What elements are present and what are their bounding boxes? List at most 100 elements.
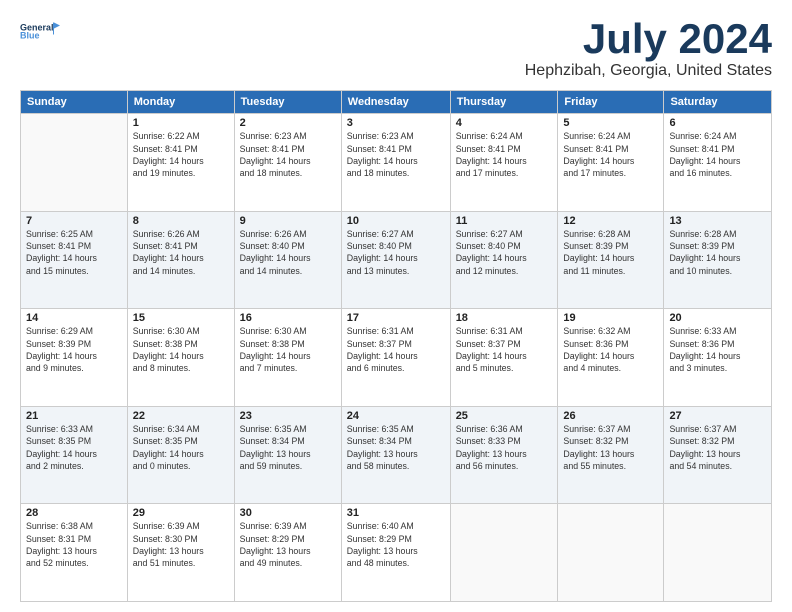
- day-detail: Sunrise: 6:26 AMSunset: 8:41 PMDaylight:…: [133, 228, 229, 277]
- logo-icon: General Blue: [20, 16, 60, 46]
- day-detail: Sunrise: 6:37 AMSunset: 8:32 PMDaylight:…: [563, 423, 658, 472]
- day-detail: Sunrise: 6:31 AMSunset: 8:37 PMDaylight:…: [456, 325, 553, 374]
- day-detail: Sunrise: 6:30 AMSunset: 8:38 PMDaylight:…: [133, 325, 229, 374]
- title-block: July 2024 Hephzibah, Georgia, United Sta…: [525, 16, 772, 80]
- day-number: 29: [133, 507, 229, 519]
- day-number: 15: [133, 312, 229, 324]
- table-row: [21, 114, 128, 212]
- header-tuesday: Tuesday: [234, 91, 341, 114]
- day-detail: Sunrise: 6:40 AMSunset: 8:29 PMDaylight:…: [347, 520, 445, 569]
- day-detail: Sunrise: 6:26 AMSunset: 8:40 PMDaylight:…: [240, 228, 336, 277]
- day-number: 27: [669, 410, 766, 422]
- day-detail: Sunrise: 6:27 AMSunset: 8:40 PMDaylight:…: [456, 228, 553, 277]
- day-detail: Sunrise: 6:28 AMSunset: 8:39 PMDaylight:…: [669, 228, 766, 277]
- day-detail: Sunrise: 6:25 AMSunset: 8:41 PMDaylight:…: [26, 228, 122, 277]
- table-row: 30Sunrise: 6:39 AMSunset: 8:29 PMDayligh…: [234, 504, 341, 602]
- day-detail: Sunrise: 6:34 AMSunset: 8:35 PMDaylight:…: [133, 423, 229, 472]
- table-row: 8Sunrise: 6:26 AMSunset: 8:41 PMDaylight…: [127, 211, 234, 309]
- day-detail: Sunrise: 6:39 AMSunset: 8:29 PMDaylight:…: [240, 520, 336, 569]
- day-number: 2: [240, 117, 336, 129]
- day-number: 8: [133, 215, 229, 227]
- table-row: 1Sunrise: 6:22 AMSunset: 8:41 PMDaylight…: [127, 114, 234, 212]
- calendar-week-row: 14Sunrise: 6:29 AMSunset: 8:39 PMDayligh…: [21, 309, 772, 407]
- table-row: 5Sunrise: 6:24 AMSunset: 8:41 PMDaylight…: [558, 114, 664, 212]
- table-row: 11Sunrise: 6:27 AMSunset: 8:40 PMDayligh…: [450, 211, 558, 309]
- day-number: 6: [669, 117, 766, 129]
- table-row: 21Sunrise: 6:33 AMSunset: 8:35 PMDayligh…: [21, 406, 128, 504]
- table-row: 29Sunrise: 6:39 AMSunset: 8:30 PMDayligh…: [127, 504, 234, 602]
- table-row: 20Sunrise: 6:33 AMSunset: 8:36 PMDayligh…: [664, 309, 772, 407]
- table-row: 27Sunrise: 6:37 AMSunset: 8:32 PMDayligh…: [664, 406, 772, 504]
- logo: General Blue: [20, 16, 60, 48]
- day-detail: Sunrise: 6:28 AMSunset: 8:39 PMDaylight:…: [563, 228, 658, 277]
- header-monday: Monday: [127, 91, 234, 114]
- day-detail: Sunrise: 6:24 AMSunset: 8:41 PMDaylight:…: [563, 130, 658, 179]
- calendar-week-row: 21Sunrise: 6:33 AMSunset: 8:35 PMDayligh…: [21, 406, 772, 504]
- day-number: 13: [669, 215, 766, 227]
- table-row: 18Sunrise: 6:31 AMSunset: 8:37 PMDayligh…: [450, 309, 558, 407]
- day-number: 19: [563, 312, 658, 324]
- header-saturday: Saturday: [664, 91, 772, 114]
- day-detail: Sunrise: 6:31 AMSunset: 8:37 PMDaylight:…: [347, 325, 445, 374]
- table-row: 15Sunrise: 6:30 AMSunset: 8:38 PMDayligh…: [127, 309, 234, 407]
- day-number: 1: [133, 117, 229, 129]
- day-number: 25: [456, 410, 553, 422]
- day-detail: Sunrise: 6:27 AMSunset: 8:40 PMDaylight:…: [347, 228, 445, 277]
- day-number: 18: [456, 312, 553, 324]
- day-detail: Sunrise: 6:22 AMSunset: 8:41 PMDaylight:…: [133, 130, 229, 179]
- header-wednesday: Wednesday: [341, 91, 450, 114]
- header-friday: Friday: [558, 91, 664, 114]
- table-row: 9Sunrise: 6:26 AMSunset: 8:40 PMDaylight…: [234, 211, 341, 309]
- day-detail: Sunrise: 6:24 AMSunset: 8:41 PMDaylight:…: [456, 130, 553, 179]
- day-detail: Sunrise: 6:39 AMSunset: 8:30 PMDaylight:…: [133, 520, 229, 569]
- table-row: 16Sunrise: 6:30 AMSunset: 8:38 PMDayligh…: [234, 309, 341, 407]
- table-row: 14Sunrise: 6:29 AMSunset: 8:39 PMDayligh…: [21, 309, 128, 407]
- day-number: 23: [240, 410, 336, 422]
- table-row: [450, 504, 558, 602]
- day-number: 5: [563, 117, 658, 129]
- table-row: 24Sunrise: 6:35 AMSunset: 8:34 PMDayligh…: [341, 406, 450, 504]
- subtitle: Hephzibah, Georgia, United States: [525, 62, 772, 80]
- table-row: 17Sunrise: 6:31 AMSunset: 8:37 PMDayligh…: [341, 309, 450, 407]
- day-detail: Sunrise: 6:36 AMSunset: 8:33 PMDaylight:…: [456, 423, 553, 472]
- page: General Blue July 2024 Hephzibah, Georgi…: [0, 0, 792, 612]
- table-row: 23Sunrise: 6:35 AMSunset: 8:34 PMDayligh…: [234, 406, 341, 504]
- day-number: 14: [26, 312, 122, 324]
- table-row: 26Sunrise: 6:37 AMSunset: 8:32 PMDayligh…: [558, 406, 664, 504]
- table-row: 22Sunrise: 6:34 AMSunset: 8:35 PMDayligh…: [127, 406, 234, 504]
- day-number: 9: [240, 215, 336, 227]
- table-row: 13Sunrise: 6:28 AMSunset: 8:39 PMDayligh…: [664, 211, 772, 309]
- main-title: July 2024: [525, 16, 772, 62]
- table-row: [664, 504, 772, 602]
- table-row: 3Sunrise: 6:23 AMSunset: 8:41 PMDaylight…: [341, 114, 450, 212]
- table-row: 31Sunrise: 6:40 AMSunset: 8:29 PMDayligh…: [341, 504, 450, 602]
- day-detail: Sunrise: 6:33 AMSunset: 8:36 PMDaylight:…: [669, 325, 766, 374]
- day-number: 22: [133, 410, 229, 422]
- day-number: 31: [347, 507, 445, 519]
- header-sunday: Sunday: [21, 91, 128, 114]
- calendar-header-row: Sunday Monday Tuesday Wednesday Thursday…: [21, 91, 772, 114]
- day-detail: Sunrise: 6:35 AMSunset: 8:34 PMDaylight:…: [240, 423, 336, 472]
- table-row: 4Sunrise: 6:24 AMSunset: 8:41 PMDaylight…: [450, 114, 558, 212]
- day-number: 16: [240, 312, 336, 324]
- svg-text:Blue: Blue: [20, 31, 40, 41]
- table-row: 10Sunrise: 6:27 AMSunset: 8:40 PMDayligh…: [341, 211, 450, 309]
- day-detail: Sunrise: 6:33 AMSunset: 8:35 PMDaylight:…: [26, 423, 122, 472]
- day-number: 10: [347, 215, 445, 227]
- calendar-week-row: 7Sunrise: 6:25 AMSunset: 8:41 PMDaylight…: [21, 211, 772, 309]
- table-row: 7Sunrise: 6:25 AMSunset: 8:41 PMDaylight…: [21, 211, 128, 309]
- day-number: 21: [26, 410, 122, 422]
- day-number: 30: [240, 507, 336, 519]
- day-detail: Sunrise: 6:24 AMSunset: 8:41 PMDaylight:…: [669, 130, 766, 179]
- day-number: 20: [669, 312, 766, 324]
- table-row: [558, 504, 664, 602]
- day-detail: Sunrise: 6:38 AMSunset: 8:31 PMDaylight:…: [26, 520, 122, 569]
- day-detail: Sunrise: 6:29 AMSunset: 8:39 PMDaylight:…: [26, 325, 122, 374]
- header-thursday: Thursday: [450, 91, 558, 114]
- day-detail: Sunrise: 6:23 AMSunset: 8:41 PMDaylight:…: [240, 130, 336, 179]
- day-detail: Sunrise: 6:23 AMSunset: 8:41 PMDaylight:…: [347, 130, 445, 179]
- day-detail: Sunrise: 6:35 AMSunset: 8:34 PMDaylight:…: [347, 423, 445, 472]
- day-number: 4: [456, 117, 553, 129]
- table-row: 6Sunrise: 6:24 AMSunset: 8:41 PMDaylight…: [664, 114, 772, 212]
- day-number: 12: [563, 215, 658, 227]
